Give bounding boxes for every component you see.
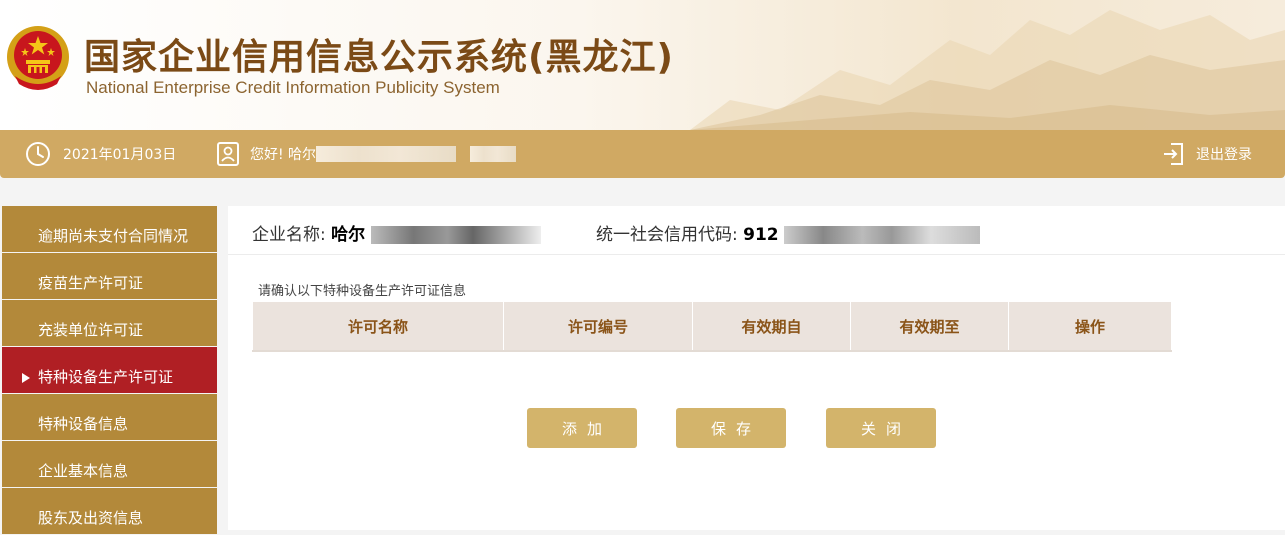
sidebar-nav: 逾期尚未支付合同情况 疫苗生产许可证 充装单位许可证 特种设备生产许可证 特种设…	[2, 206, 217, 535]
site-header: 国家企业信用信息公示系统(黑龙江) National Enterprise Cr…	[0, 0, 1285, 130]
save-button[interactable]: 保存	[676, 408, 786, 448]
mountain-banner-image	[690, 10, 1285, 130]
credit-code-value: 912	[743, 225, 779, 245]
company-name-value: 哈尔	[331, 225, 366, 245]
greeting-text: 您好! 哈尔	[250, 147, 317, 163]
company-name-label: 企业名称:	[252, 225, 326, 245]
confirm-hint: 请确认以下特种设备生产许可证信息	[258, 284, 467, 299]
sidebar-item-label: 特种设备信息	[38, 415, 129, 433]
sidebar-item-label: 特种设备生产许可证	[38, 368, 174, 386]
user-greeting: 您好! 哈尔	[216, 130, 517, 178]
date-text: 2021年01月03日	[63, 147, 177, 163]
col-actions: 操作	[1008, 302, 1172, 352]
col-valid-to: 有效期至	[850, 302, 1009, 352]
table-header-row: 许可名称 许可编号 有效期自 有效期至 操作	[252, 302, 1172, 352]
col-license-number: 许可编号	[503, 302, 693, 352]
close-button[interactable]: 关闭	[826, 408, 936, 448]
top-bar: 2021年01月03日 您好! 哈尔 退出登录	[0, 130, 1285, 178]
sidebar-item-vaccine-license[interactable]: 疫苗生产许可证	[2, 253, 217, 299]
clock-icon	[26, 142, 50, 166]
redacted-username	[316, 146, 457, 162]
sidebar-item-shareholders[interactable]: 股东及出资信息	[2, 488, 217, 534]
sidebar-item-label: 企业基本信息	[38, 462, 129, 480]
redacted-username-suffix	[470, 146, 517, 162]
col-valid-from: 有效期自	[692, 302, 851, 352]
active-arrow-icon	[22, 373, 30, 383]
credit-code-label: 统一社会信用代码:	[596, 225, 738, 245]
col-license-name: 许可名称	[252, 302, 504, 352]
sidebar-item-label: 疫苗生产许可证	[38, 274, 144, 292]
sidebar-item-label: 充装单位许可证	[38, 321, 144, 339]
license-table: 许可名称 许可编号 有效期自 有效期至 操作	[252, 302, 1172, 352]
user-card-icon	[217, 142, 239, 166]
sidebar-item-special-equipment-license[interactable]: 特种设备生产许可证	[2, 347, 217, 393]
sidebar-item-label: 逾期尚未支付合同情况	[38, 227, 189, 245]
redacted-company-name	[370, 226, 541, 244]
sidebar-item-special-equipment-info[interactable]: 特种设备信息	[2, 394, 217, 440]
logout-button[interactable]: 退出登录	[1162, 130, 1252, 178]
add-button[interactable]: 添加	[527, 408, 637, 448]
sidebar-item-overdue-contracts[interactable]: 逾期尚未支付合同情况	[2, 206, 217, 252]
sidebar-item-label: 股东及出资信息	[38, 509, 144, 527]
logout-label: 退出登录	[1196, 147, 1252, 163]
company-name-row: 企业名称: 哈尔	[252, 220, 541, 245]
site-title: 国家企业信用信息公示系统(黑龙江)	[84, 37, 674, 78]
divider	[228, 254, 1285, 255]
redacted-credit-code	[784, 226, 981, 244]
sidebar-item-basic-info[interactable]: 企业基本信息	[2, 441, 217, 487]
sidebar-item-filling-license[interactable]: 充装单位许可证	[2, 300, 217, 346]
credit-code-row: 统一社会信用代码: 912	[596, 220, 981, 245]
site-subtitle: National Enterprise Credit Information P…	[86, 78, 500, 97]
main-content: 企业名称: 哈尔 统一社会信用代码: 912 请确认以下特种设备生产许可证信息 …	[228, 206, 1285, 530]
date-display: 2021年01月03日	[25, 130, 176, 178]
national-emblem-icon	[7, 26, 69, 90]
logout-icon	[1164, 143, 1183, 165]
